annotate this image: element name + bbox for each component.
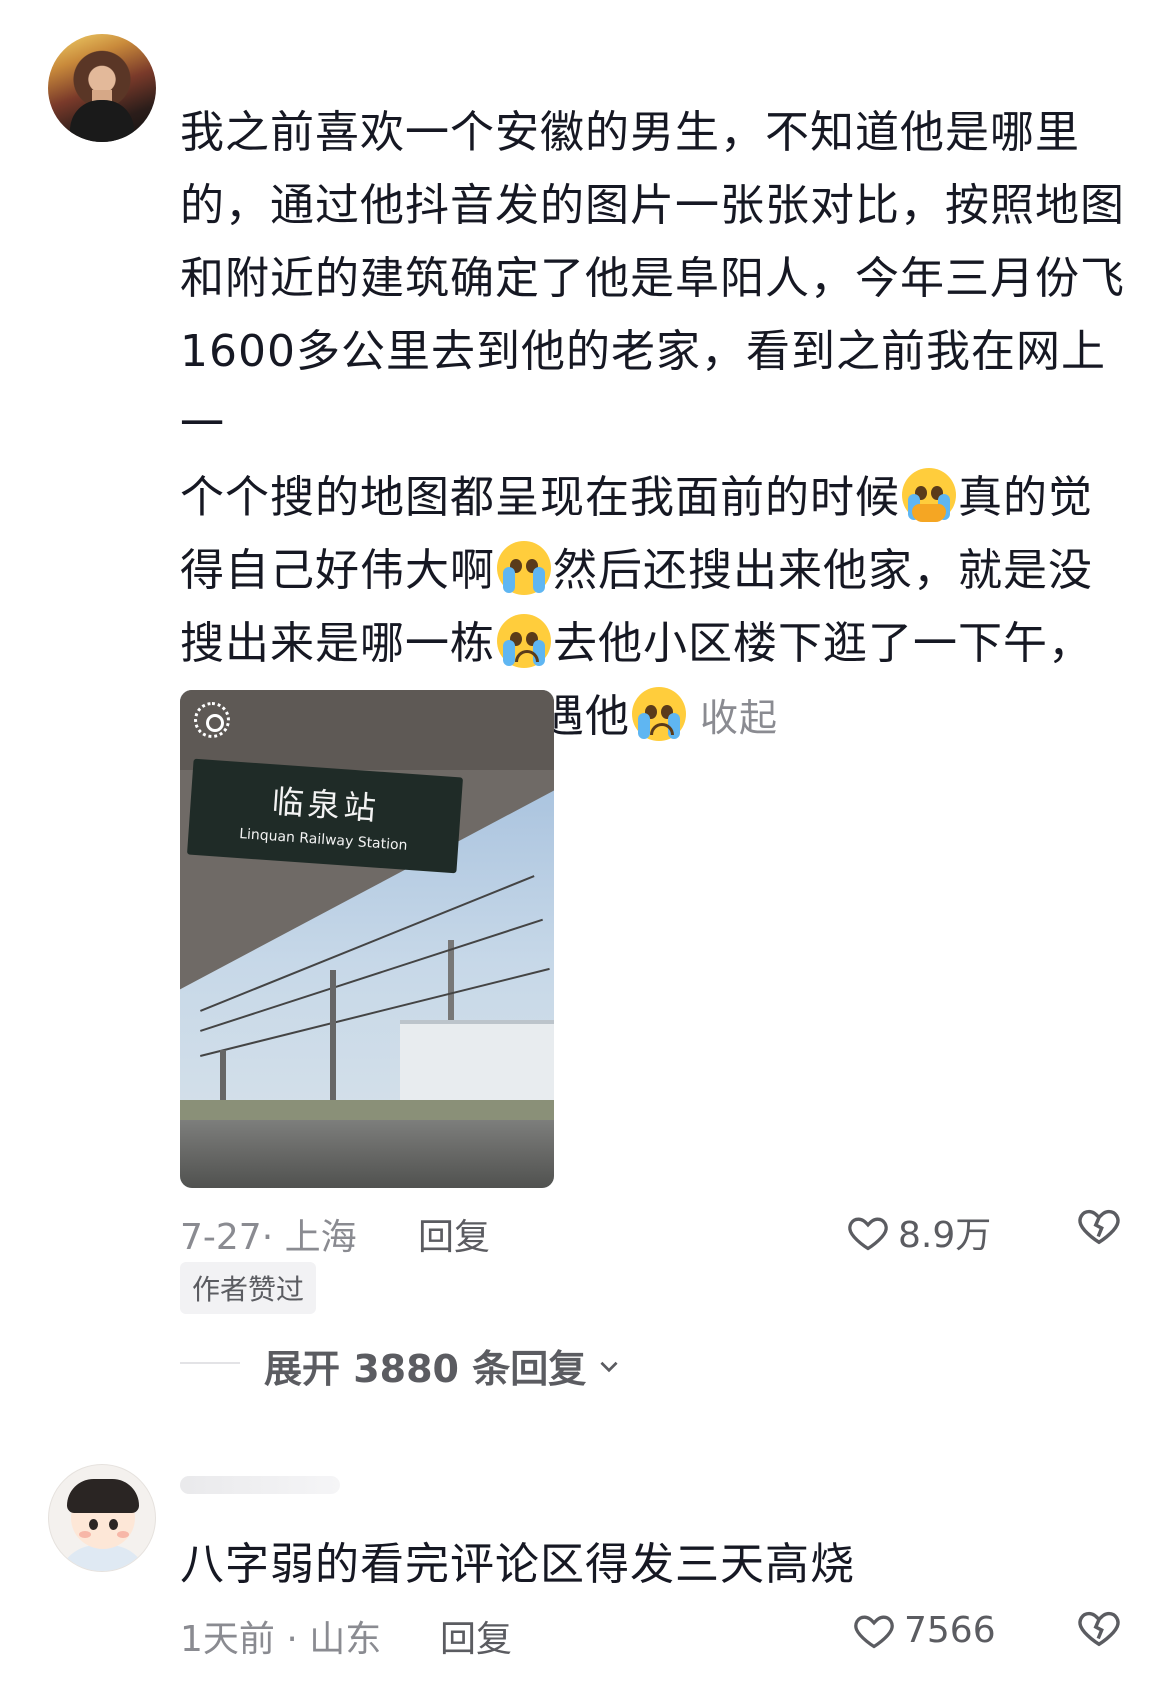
comment-text: 八字弱的看完评论区得发三天高烧: [180, 1539, 855, 1590]
commenter-avatar[interactable]: [48, 1464, 156, 1572]
expand-replies-button[interactable]: 展开 3880 条回复: [264, 1338, 622, 1393]
reply-button[interactable]: 回复: [440, 1610, 512, 1662]
crying-emoji-icon: [497, 614, 551, 668]
crying-hands-emoji-icon: [902, 468, 956, 522]
crying-laughing-emoji-icon: [497, 541, 551, 595]
comment-date-location: 7-27· 上海: [180, 1217, 357, 1258]
comment-date-location: 1天前 · 山东: [180, 1619, 382, 1660]
comment-line: 搜出来是哪一栋 去他小区楼下逛了一下午，: [180, 607, 1140, 680]
comment-line: 个个搜的地图都呈现在我面前的时候 真的觉: [180, 461, 1140, 534]
divider: [180, 1362, 240, 1364]
comment-line: 1600多公里去到他的老家，看到之前我在网上一: [180, 326, 1106, 450]
broken-heart-icon[interactable]: [1076, 1202, 1122, 1248]
comment-line: 得自己好伟大啊 然后还搜出来他家，就是没: [180, 534, 1140, 607]
comment-line: 和附近的建筑确定了他是阜阳人，今年三月份飞: [180, 253, 1125, 304]
heart-outline-icon: [854, 1615, 894, 1649]
live-photo-icon: [194, 702, 230, 738]
comment-line: 我之前喜欢一个安徽的男生，不知道他是哪里: [180, 107, 1080, 158]
crying-emoji-icon: [632, 687, 686, 741]
comment-photo[interactable]: 临泉站 Linquan Railway Station: [180, 690, 554, 1188]
chevron-down-icon: [600, 1361, 618, 1372]
like-button[interactable]: 7566: [852, 1608, 996, 1652]
comment-text: 我之前喜欢一个安徽的男生，不知道他是哪里 的，通过他抖音发的图片一张张对比，按照…: [180, 96, 1140, 755]
expand-replies-label: 展开 3880 条回复: [264, 1347, 587, 1391]
commenter-name-cropped: [180, 1476, 340, 1494]
station-sign: 临泉站 Linquan Railway Station: [186, 758, 464, 874]
author-liked-badge: 作者赞过: [180, 1262, 317, 1314]
comment-line: 的，通过他抖音发的图片一张张对比，按照地图: [180, 180, 1125, 231]
reply-button[interactable]: 回复: [418, 1208, 490, 1260]
like-count: 8.9万: [898, 1215, 992, 1256]
like-count: 7566: [904, 1609, 996, 1651]
broken-heart-icon[interactable]: [1076, 1604, 1122, 1650]
heart-outline-icon: [848, 1217, 888, 1251]
like-button[interactable]: 8.9万: [846, 1206, 991, 1258]
collapse-link[interactable]: 收起: [700, 696, 778, 740]
commenter-avatar[interactable]: [48, 34, 156, 142]
